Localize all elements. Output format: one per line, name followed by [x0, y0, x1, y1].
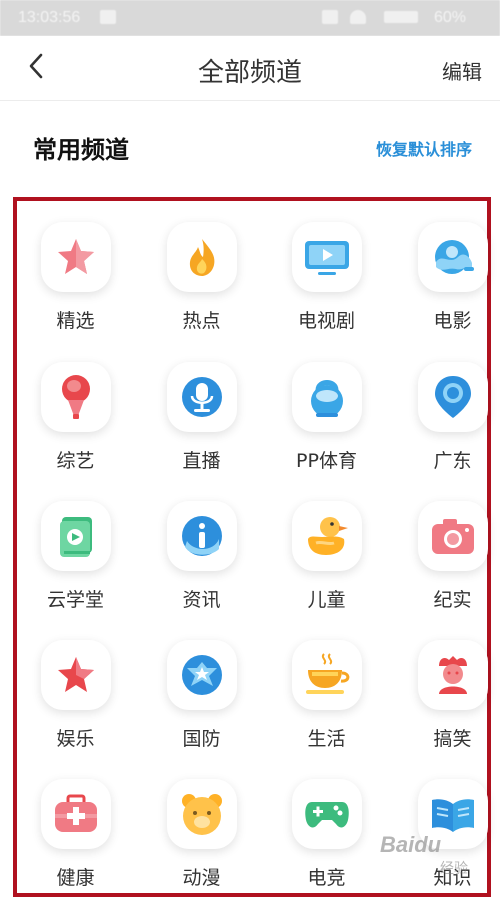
channel-item[interactable]: 综艺 — [13, 362, 138, 501]
channel-item[interactable]: 儿童 — [264, 501, 389, 640]
channel-label: 电视剧 — [297, 310, 355, 332]
channel-item[interactable]: 国防 — [139, 640, 264, 779]
channel-item[interactable]: 娱乐 — [13, 640, 138, 779]
watermark-brand: Baidu — [380, 832, 442, 857]
channel-label: 娱乐 — [56, 728, 95, 750]
channel-label: 热点 — [182, 310, 221, 332]
channel-item[interactable]: 广东 — [390, 362, 500, 501]
star-icon — [41, 222, 111, 292]
broadcast-mic-icon — [167, 362, 237, 432]
star-outline-icon — [41, 640, 111, 710]
channel-label: 搞笑 — [433, 728, 472, 750]
channel-label: 综艺 — [56, 450, 95, 472]
channel-label: 健康 — [56, 867, 95, 889]
channel-item[interactable]: 搞笑 — [390, 640, 500, 779]
channel-label: 直播 — [182, 450, 221, 472]
microphone-icon — [41, 362, 111, 432]
gamepad-icon — [292, 779, 362, 849]
duck-icon — [292, 501, 362, 571]
channel-label: 动漫 — [182, 867, 221, 889]
channel-item[interactable]: 热点 — [139, 222, 264, 361]
flame-icon — [167, 222, 237, 292]
channel-label: 云学堂 — [46, 589, 104, 611]
jester-icon — [418, 640, 488, 710]
channel-label: 电影 — [433, 310, 472, 332]
medical-kit-icon — [41, 779, 111, 849]
film-wave-icon — [418, 222, 488, 292]
channel-label: 生活 — [307, 728, 346, 750]
channel-item[interactable]: 电影 — [390, 222, 500, 361]
bear-icon — [167, 779, 237, 849]
channel-label: 资讯 — [182, 589, 221, 611]
channel-item[interactable]: 电视剧 — [264, 222, 389, 361]
book-play-icon — [41, 501, 111, 571]
channel-item[interactable]: 云学堂 — [13, 501, 138, 640]
info-icon — [167, 501, 237, 571]
location-pin-icon — [418, 362, 488, 432]
channel-label: 国防 — [182, 728, 221, 750]
channel-item[interactable]: 电竞 — [264, 779, 389, 918]
channel-item[interactable]: 纪实 — [390, 501, 500, 640]
military-badge-icon — [167, 640, 237, 710]
coffee-cup-icon — [292, 640, 362, 710]
tv-play-icon — [292, 222, 362, 292]
channel-item[interactable]: 资讯 — [139, 501, 264, 640]
channel-item[interactable]: 精选 — [13, 222, 138, 361]
channel-item[interactable]: 动漫 — [139, 779, 264, 918]
watermark-sub: 经验 — [440, 860, 468, 876]
channel-item[interactable]: 生活 — [264, 640, 389, 779]
channel-label: 儿童 — [307, 589, 346, 611]
channel-item[interactable]: 直播 — [139, 362, 264, 501]
channel-label: 纪实 — [433, 589, 472, 611]
channel-label: PP体育 — [296, 450, 357, 472]
channel-label: 广东 — [433, 450, 472, 472]
channel-item[interactable]: PP体育 — [264, 362, 389, 501]
channel-label: 精选 — [56, 310, 95, 332]
watermark: Baidu 经验 — [380, 832, 468, 876]
channel-grid: 精选 热点 电视剧 电影综艺 直播 PP体育 广东云学堂 资讯 儿童 纪实娱乐 国防 生活 搞笑健康 动漫… — [0, 0, 500, 889]
camera-icon — [418, 501, 488, 571]
channel-item[interactable]: 健康 — [13, 779, 138, 918]
kettlebell-icon — [292, 362, 362, 432]
channel-label: 电竞 — [307, 867, 346, 889]
